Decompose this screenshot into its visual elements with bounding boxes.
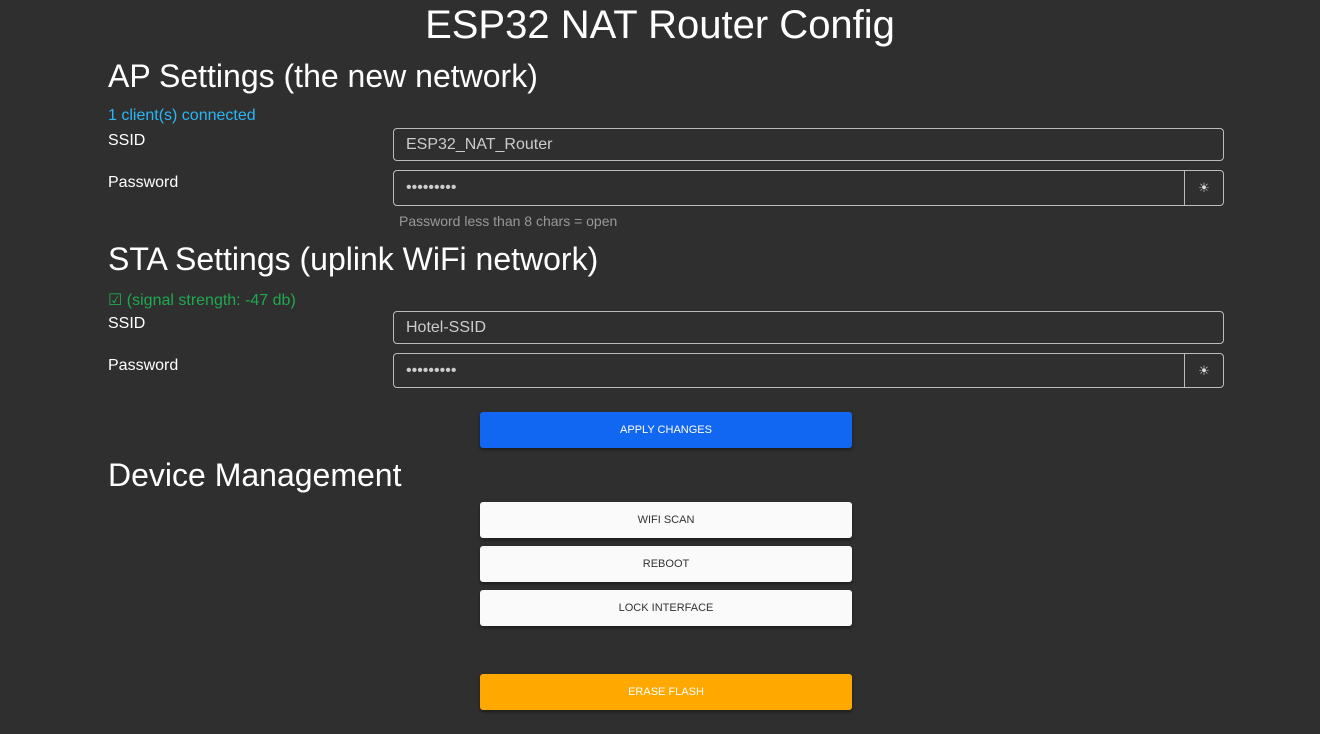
sta-signal-status: ☑ (signal strength: -47 db) bbox=[108, 292, 296, 309]
apply-changes-button[interactable]: APPLY CHANGES bbox=[480, 412, 852, 448]
ap-settings-heading: AP Settings (the new network) bbox=[108, 58, 538, 94]
page-title: ESP32 NAT Router Config bbox=[425, 3, 895, 47]
ap-show-password-button[interactable]: ☀ bbox=[1184, 170, 1224, 206]
lock-interface-button[interactable]: LOCK INTERFACE bbox=[480, 590, 852, 626]
erase-flash-button[interactable]: ERASE FLASH bbox=[480, 674, 852, 710]
sta-ssid-label: SSID bbox=[108, 315, 146, 332]
ap-password-input[interactable] bbox=[393, 170, 1185, 206]
sta-password-input[interactable] bbox=[393, 353, 1185, 388]
ap-ssid-input[interactable] bbox=[393, 128, 1224, 161]
ap-client-status: 1 client(s) connected bbox=[108, 107, 256, 124]
wifi-scan-button[interactable]: WIFI SCAN bbox=[480, 502, 852, 538]
sta-ssid-input[interactable] bbox=[393, 311, 1224, 344]
sun-icon: ☀ bbox=[1198, 362, 1210, 378]
ap-password-hint: Password less than 8 chars = open bbox=[399, 213, 618, 229]
ap-password-label: Password bbox=[108, 174, 179, 191]
sta-show-password-button[interactable]: ☀ bbox=[1184, 353, 1224, 388]
ap-ssid-label: SSID bbox=[108, 132, 146, 149]
sta-settings-heading: STA Settings (uplink WiFi network) bbox=[108, 241, 599, 277]
sta-password-label: Password bbox=[108, 357, 179, 374]
reboot-button[interactable]: REBOOT bbox=[480, 546, 852, 582]
device-management-heading: Device Management bbox=[108, 457, 402, 493]
sun-icon: ☀ bbox=[1198, 180, 1210, 195]
